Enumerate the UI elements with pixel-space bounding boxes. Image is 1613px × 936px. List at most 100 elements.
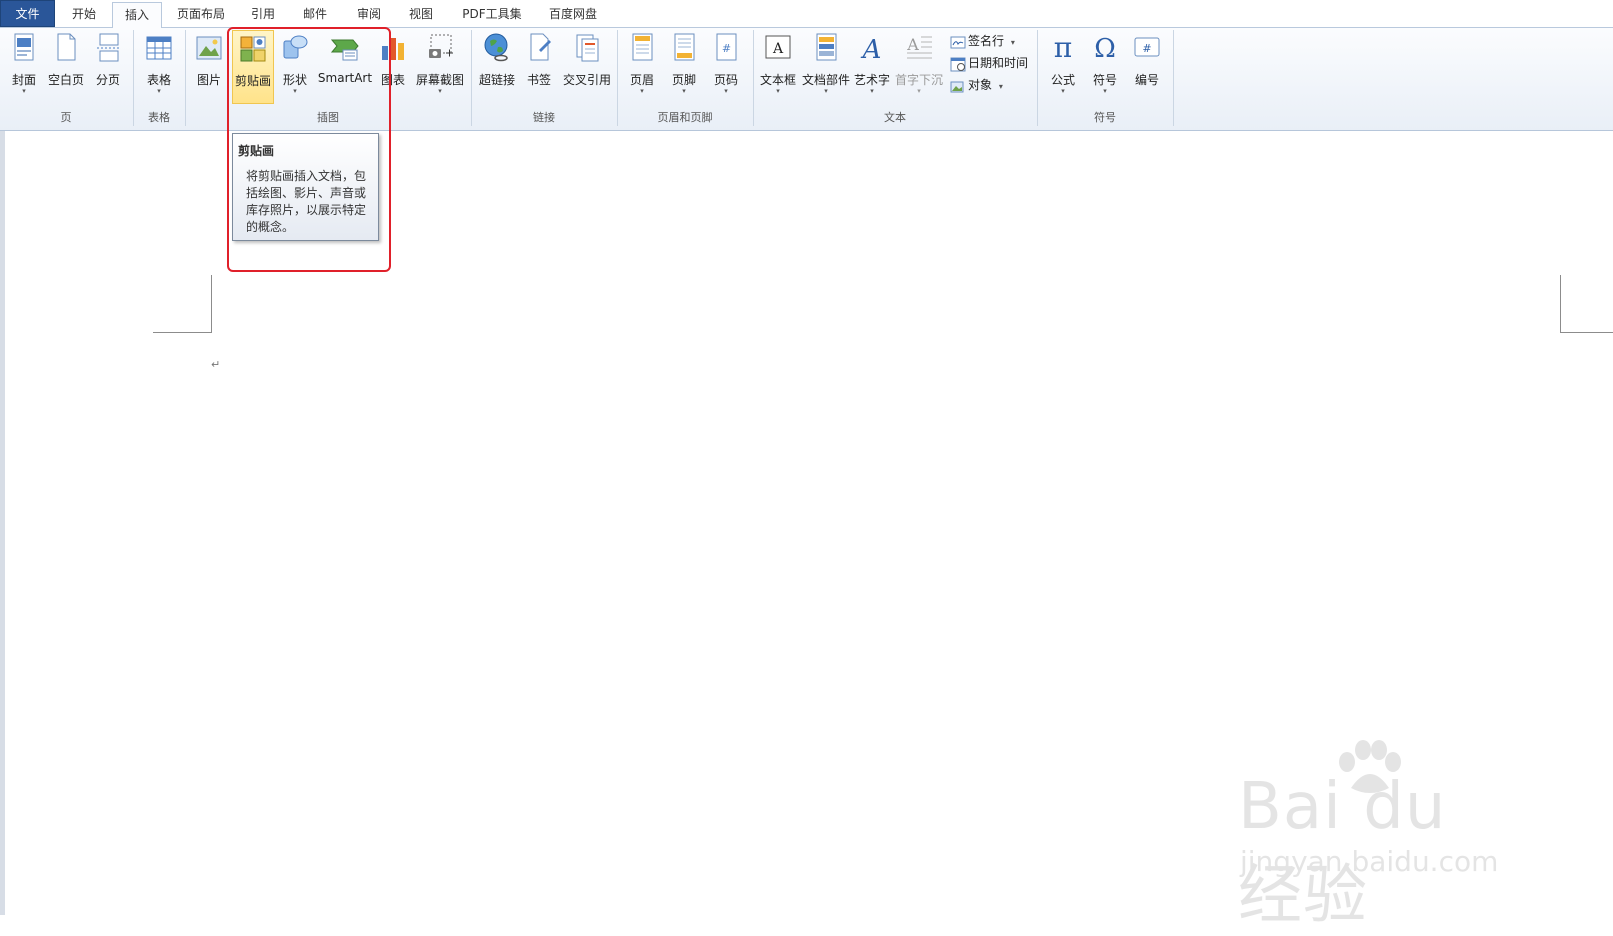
tab-view[interactable]: 视图 — [396, 2, 446, 28]
svg-text:A: A — [906, 35, 919, 54]
tab-review[interactable]: 审阅 — [344, 2, 394, 28]
page-number-icon: # — [716, 33, 737, 61]
quick-parts-icon — [816, 33, 837, 61]
numbering-button[interactable]: # 编号 — [1130, 30, 1164, 106]
textbox-icon: A — [765, 35, 791, 59]
table-label: 表格 — [146, 73, 171, 87]
cross-reference-button[interactable]: 交叉引用 — [563, 30, 611, 106]
tab-mailings[interactable]: 邮件 — [290, 2, 340, 28]
object-button[interactable]: 对象 ▾ — [950, 75, 1003, 95]
chevron-down-icon: ▾ — [1103, 87, 1107, 95]
svg-text:#: # — [1142, 42, 1151, 55]
quick-parts-label: 文档部件 — [801, 73, 850, 87]
page-break-icon — [97, 33, 119, 62]
textbox-button[interactable]: A 文本框 ▾ — [760, 30, 796, 106]
blank-page-label: 空白页 — [47, 73, 84, 87]
cover-page-icon — [14, 33, 34, 61]
group-label-table: 表格 — [148, 111, 170, 124]
symbol-button[interactable]: Ω 符号 ▾ — [1088, 30, 1122, 106]
table-button[interactable]: 表格 ▾ — [140, 30, 178, 106]
date-time-button[interactable]: 日期和时间 — [950, 53, 1028, 73]
watermark-url: jingyan.baidu.com — [1240, 845, 1499, 878]
date-time-label: 日期和时间 — [968, 56, 1029, 70]
chevron-down-icon: ▾ — [682, 87, 686, 95]
page-number-button[interactable]: # 页码 ▾ — [709, 30, 743, 106]
chevron-down-icon: ▾ — [640, 87, 644, 95]
signature-line-button[interactable]: 签名行 ▾ — [950, 31, 1015, 51]
baidu-watermark: Bai du 经验 jingyan.baidu.com — [1238, 740, 1528, 933]
page-number-label: 页码 — [713, 73, 738, 87]
dropcap-button[interactable]: A 首字下沉 ▾ — [895, 30, 943, 106]
group-label-text: 文本 — [884, 111, 906, 124]
screenshot-label: 屏幕截图 — [415, 73, 464, 87]
tab-file[interactable]: 文件 — [0, 0, 55, 27]
chevron-down-icon: ▾ — [776, 87, 780, 95]
cover-page-label: 封面 — [11, 73, 36, 87]
group-label-header-footer: 页眉和页脚 — [657, 111, 713, 124]
chevron-down-icon: ▾ — [1061, 87, 1065, 95]
signature-icon — [950, 36, 966, 48]
object-icon — [950, 81, 964, 92]
wordart-icon: A — [861, 35, 882, 64]
picture-icon — [196, 36, 222, 60]
cross-reference-icon — [576, 34, 599, 62]
chevron-down-icon: ▾ — [1010, 38, 1015, 47]
chevron-down-icon: ▾ — [157, 87, 161, 95]
paragraph-mark[interactable]: ↵ — [211, 358, 220, 371]
page-corner-mark — [153, 332, 212, 333]
signature-line-label: 签名行 — [968, 34, 1005, 48]
blank-page-icon — [57, 33, 76, 61]
tab-page-layout[interactable]: 页面布局 — [166, 2, 236, 28]
equation-label: 公式 — [1050, 73, 1075, 87]
dropcap-label: 首字下沉 — [894, 73, 943, 87]
chevron-down-icon: ▾ — [824, 87, 828, 95]
ribbon-tab-bar: 文件 开始 插入 页面布局 引用 邮件 审阅 视图 PDF工具集 百度网盘 — [0, 0, 1613, 29]
group-label-links: 链接 — [533, 111, 555, 124]
group-label-page: 页 — [60, 111, 72, 124]
numbering-icon: # — [1134, 37, 1160, 57]
blank-page-button[interactable]: 空白页 — [48, 30, 84, 106]
bookmark-button[interactable]: 书签 — [523, 30, 555, 106]
page-break-label: 分页 — [95, 73, 120, 87]
table-icon — [146, 36, 172, 60]
footer-icon — [674, 33, 695, 61]
screenshot-icon — [429, 34, 453, 58]
dropcap-icon: A — [906, 35, 932, 59]
page-break-button[interactable]: 分页 — [90, 30, 126, 106]
chevron-down-icon: ▾ — [917, 87, 921, 95]
globe-link-icon — [484, 33, 508, 62]
textbox-label: 文本框 — [759, 73, 796, 87]
omega-icon: Ω — [1094, 34, 1116, 64]
tab-baidu-netdisk[interactable]: 百度网盘 — [538, 2, 608, 28]
tab-references[interactable]: 引用 — [238, 2, 288, 28]
pi-icon: π — [1054, 32, 1072, 64]
tab-pdf-tools[interactable]: PDF工具集 — [452, 2, 532, 28]
header-button[interactable]: 页眉 ▾ — [625, 30, 659, 106]
page-corner-mark — [1560, 275, 1561, 333]
footer-label: 页脚 — [671, 73, 696, 87]
group-label-symbols: 符号 — [1094, 111, 1116, 124]
screenshot-button[interactable]: 屏幕截图 ▾ — [416, 30, 464, 106]
picture-label: 图片 — [196, 73, 221, 87]
quick-parts-button[interactable]: 文档部件 ▾ — [802, 30, 850, 106]
calendar-icon — [950, 57, 966, 71]
cover-page-button[interactable]: 封面 ▾ — [6, 30, 42, 106]
group-separator — [1173, 30, 1174, 126]
cross-reference-label: 交叉引用 — [562, 73, 611, 87]
document-left-border — [0, 131, 5, 915]
page-corner-mark — [1560, 332, 1613, 333]
footer-button[interactable]: 页脚 ▾ — [667, 30, 701, 106]
svg-text:A: A — [772, 41, 784, 57]
wordart-button[interactable]: A 艺术字 ▾ — [854, 30, 890, 106]
svg-text:π: π — [1054, 32, 1072, 64]
picture-button[interactable]: 图片 — [192, 30, 226, 106]
bookmark-label: 书签 — [526, 73, 551, 87]
header-icon — [632, 33, 653, 61]
tab-home[interactable]: 开始 — [58, 2, 110, 28]
equation-button[interactable]: π 公式 ▾ — [1046, 30, 1080, 106]
chevron-down-icon: ▾ — [22, 87, 26, 95]
hyperlink-button[interactable]: 超链接 — [477, 30, 517, 106]
chevron-down-icon: ▾ — [724, 87, 728, 95]
tab-insert[interactable]: 插入 — [112, 2, 162, 29]
wordart-label: 艺术字 — [853, 73, 890, 87]
